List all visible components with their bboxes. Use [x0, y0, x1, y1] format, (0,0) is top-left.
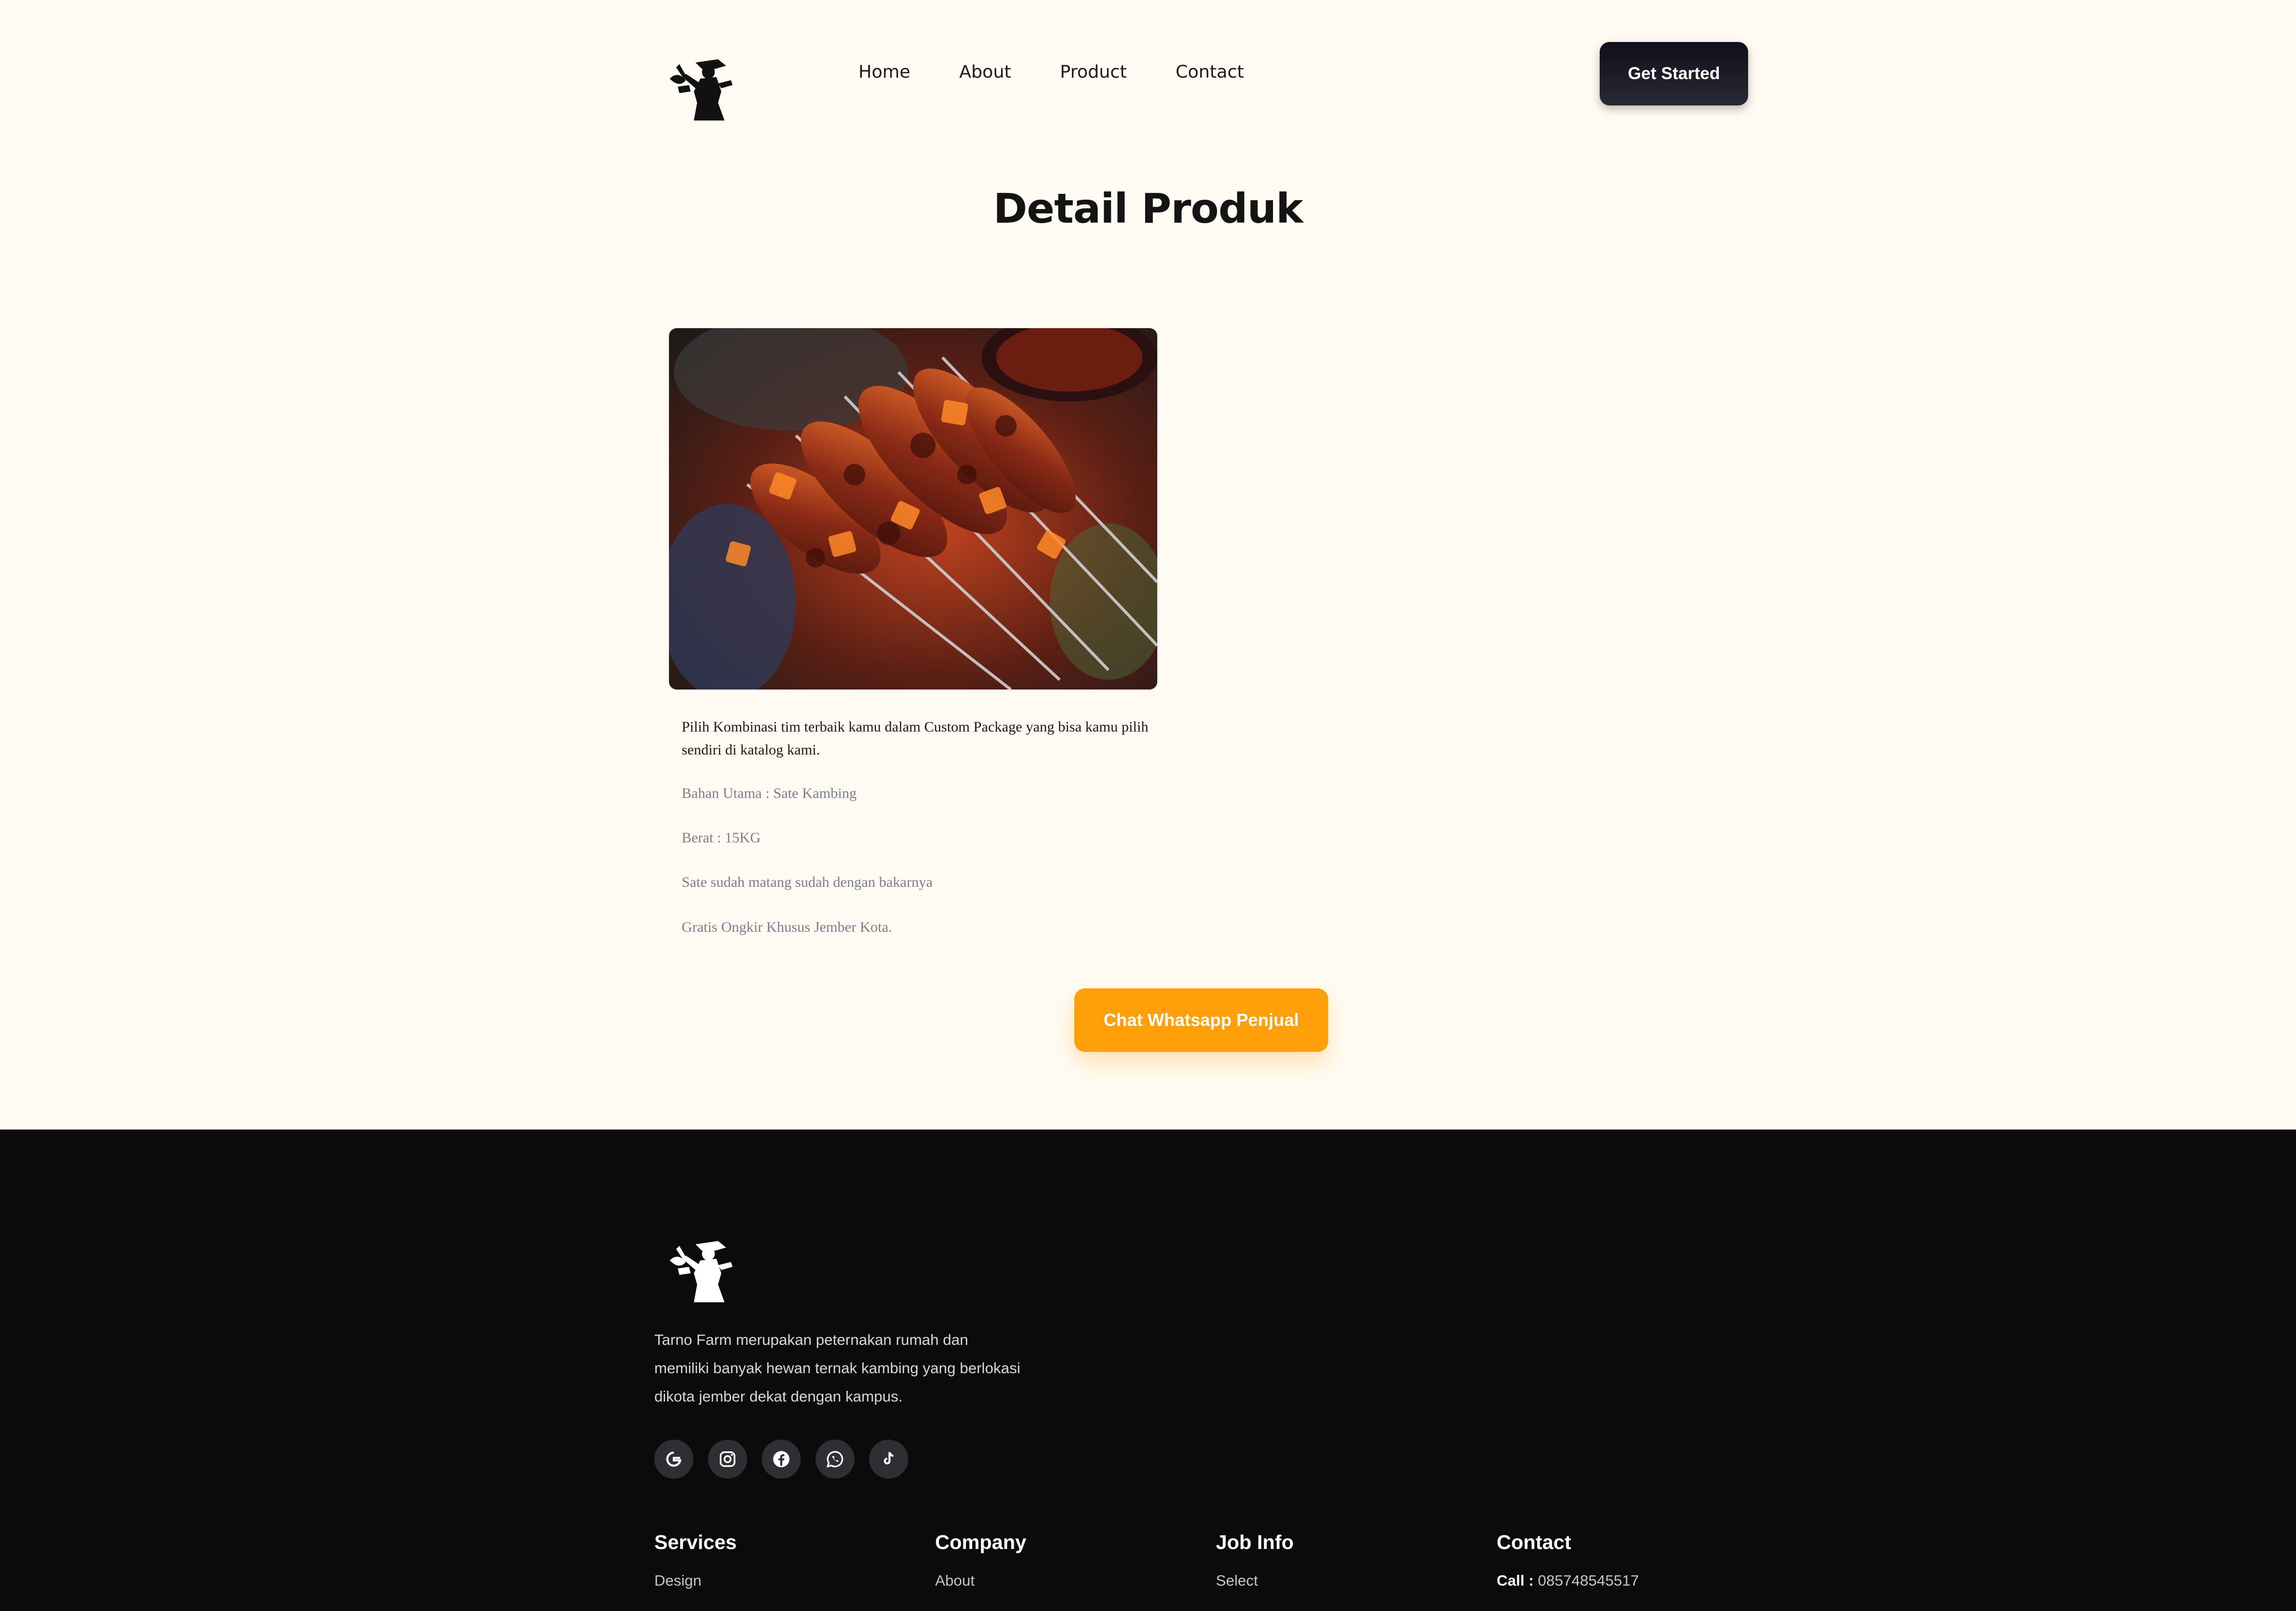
footer-job-info-heading: Job Info: [1216, 1531, 1294, 1553]
google-icon[interactable]: [654, 1440, 693, 1479]
footer-services: Services Design: [654, 1527, 737, 1592]
nav-contact[interactable]: Contact: [1175, 58, 1244, 87]
footer-services-heading: Services: [654, 1531, 737, 1553]
site-footer: [0, 1130, 2296, 1611]
tiktok-icon[interactable]: [869, 1440, 908, 1479]
social-links: [654, 1440, 908, 1479]
logo-icon[interactable]: [659, 46, 745, 127]
footer-link-select[interactable]: Select: [1216, 1569, 1294, 1592]
footer-call-label: Call :: [1497, 1572, 1534, 1589]
get-started-button[interactable]: Get Started: [1600, 42, 1748, 105]
nav-home[interactable]: Home: [858, 58, 910, 87]
main-nav: Home About Product Contact: [858, 58, 1244, 87]
chat-whatsapp-button[interactable]: Chat Whatsapp Penjual: [1074, 988, 1328, 1052]
footer-about-text: Tarno Farm merupakan peternakan rumah da…: [654, 1331, 1021, 1405]
site-header: Home About Product Contact Get Started: [0, 0, 2296, 146]
facebook-icon[interactable]: [762, 1440, 801, 1479]
footer-contact: Contact Call : 085748545517: [1497, 1527, 1639, 1592]
spec-main-ingredient: Bahan Utama : Sate Kambing: [682, 785, 857, 801]
footer-call-number: 085748545517: [1538, 1572, 1639, 1589]
footer-company-heading: Company: [935, 1531, 1026, 1553]
spec-shipping: Gratis Ongkir Khusus Jember Kota.: [682, 919, 892, 935]
footer-company: Company About: [935, 1527, 1026, 1592]
product-description: Pilih Kombinasi tim terbaik kamu dalam C…: [682, 719, 1148, 758]
spec-weight: Berat : 15KG: [682, 830, 761, 846]
whatsapp-icon[interactable]: [815, 1440, 855, 1479]
product-image: [669, 328, 1157, 690]
footer-contact-heading: Contact: [1497, 1531, 1571, 1553]
instagram-icon[interactable]: [708, 1440, 747, 1479]
spec-cooked: Sate sudah matang sudah dengan bakarnya: [682, 874, 933, 890]
page-title: Detail Produk: [993, 185, 1303, 232]
footer-link-about[interactable]: About: [935, 1569, 1026, 1592]
nav-product[interactable]: Product: [1060, 58, 1127, 87]
nav-about[interactable]: About: [959, 58, 1011, 87]
footer-logo-icon[interactable]: [659, 1228, 745, 1309]
footer-job-info: Job Info Select: [1216, 1527, 1294, 1592]
footer-link-design[interactable]: Design: [654, 1569, 737, 1592]
footer-call[interactable]: Call : 085748545517: [1497, 1569, 1639, 1592]
